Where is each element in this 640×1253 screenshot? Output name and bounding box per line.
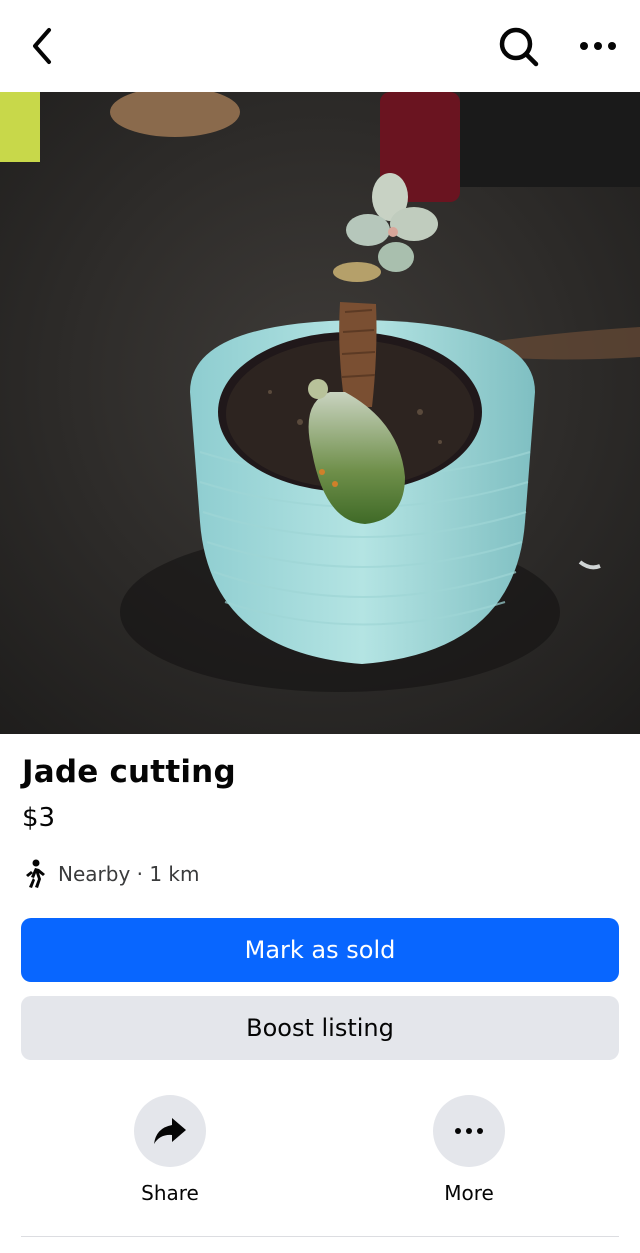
more-label: More (444, 1181, 494, 1205)
mark-as-sold-button[interactable]: Mark as sold (21, 918, 619, 982)
search-button[interactable] (494, 22, 542, 70)
share-action[interactable]: Share (110, 1095, 230, 1205)
more-horizontal-icon (455, 1128, 483, 1134)
listing-photo[interactable] (0, 92, 640, 734)
more-horizontal-icon (580, 42, 616, 50)
boost-listing-button[interactable]: Boost listing (21, 996, 619, 1060)
listing-price: $3 (22, 803, 56, 833)
walking-person-icon (26, 859, 45, 888)
share-arrow-icon (154, 1118, 186, 1144)
chevron-left-icon (33, 28, 51, 64)
overflow-menu-button[interactable] (574, 22, 622, 70)
more-action[interactable]: More (409, 1095, 529, 1205)
search-icon (499, 27, 539, 67)
top-bar (0, 0, 640, 92)
location-text: Nearby · 1 km (58, 862, 200, 886)
back-button[interactable] (18, 22, 66, 70)
listing-title: Jade cutting (22, 754, 236, 790)
divider (21, 1236, 619, 1237)
more-button[interactable] (433, 1095, 505, 1167)
share-button[interactable] (134, 1095, 206, 1167)
location-row: Nearby · 1 km (22, 857, 200, 891)
share-label: Share (141, 1181, 199, 1205)
